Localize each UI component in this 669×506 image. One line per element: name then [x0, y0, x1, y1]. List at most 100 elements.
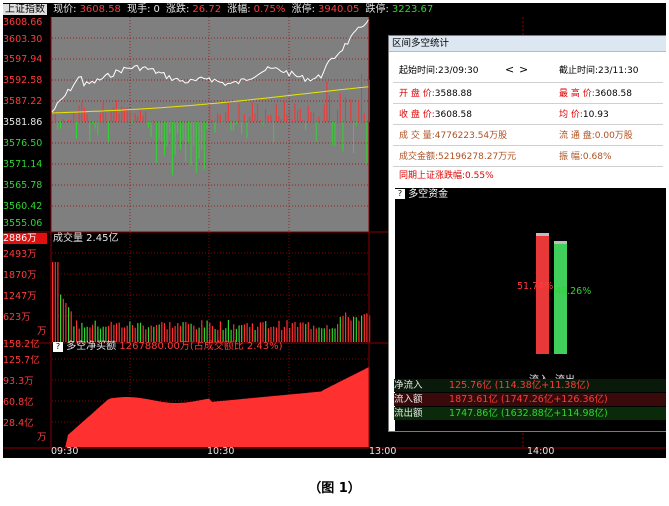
- volume-tick: 万: [37, 326, 47, 337]
- volume-tick: 2886万: [3, 233, 47, 244]
- volume-value: 0: [153, 4, 160, 15]
- net-axis: 158.2亿 125.7亿 93.3万 60.8亿 28.4亿 万: [3, 339, 51, 444]
- volume-bar: [187, 324, 190, 342]
- volume-bar: [137, 323, 139, 342]
- volume-bar: [193, 325, 195, 342]
- amp-label: 振 幅:: [559, 152, 583, 162]
- price-volume-bar: [139, 110, 141, 122]
- price-volume-bar: [289, 109, 291, 122]
- price-volume-bar: [171, 122, 173, 176]
- close-row: 收 盘 价:3608.58: [399, 109, 472, 121]
- volume-bar: [318, 327, 320, 342]
- price-volume-bar: [163, 122, 165, 156]
- volume-bar: [347, 317, 349, 342]
- volume-bar: [339, 316, 341, 342]
- volume-bar: [153, 326, 155, 342]
- price-volume-bar: [182, 122, 184, 141]
- prev-arrow-icon[interactable]: <: [505, 64, 514, 76]
- open-value: 3588.88: [434, 89, 472, 99]
- volume-bar: [211, 326, 213, 342]
- price-volume-bar: [294, 103, 296, 122]
- volume-bar: [366, 313, 368, 342]
- price-volume-bar: [345, 97, 346, 122]
- price-volume-bar: [241, 122, 243, 134]
- price-volume-bar: [230, 122, 232, 131]
- volume-bar: [84, 327, 86, 342]
- volume-bar: [113, 324, 115, 342]
- volume-bar: [267, 328, 269, 342]
- volume-bar: [142, 325, 144, 342]
- volume-bar: [134, 327, 136, 342]
- price-volume-bar: [313, 112, 315, 122]
- volume-tick: 1870万: [3, 270, 37, 281]
- price-volume-bar: [267, 115, 269, 122]
- outflow-pct: 48.26%: [555, 286, 592, 297]
- price-volume-bar: [329, 95, 330, 122]
- volume-bar: [321, 328, 323, 342]
- volume-bar: [161, 322, 163, 342]
- price-volume-bar: [307, 105, 309, 122]
- price-volume-bar: [243, 114, 245, 122]
- row-label: 流入额: [394, 394, 423, 405]
- price-volume-bar: [179, 122, 181, 150]
- volume-bar: [329, 329, 331, 342]
- price-volume-bar: [107, 122, 109, 142]
- volume-bar: [126, 325, 128, 342]
- price-volume-bar: [153, 119, 155, 122]
- price-volume-bar: [115, 100, 117, 122]
- price-volume-bar: [302, 120, 304, 122]
- price-value: 3608.58: [79, 4, 121, 15]
- volume-bar: [174, 326, 176, 342]
- price-volume-bar: [203, 122, 205, 170]
- volume-bar: [307, 322, 309, 342]
- price-volume-bar: [155, 122, 157, 163]
- price-volume-bar: [278, 115, 280, 122]
- volume-bar: [209, 322, 211, 342]
- price-volume-bar: [145, 111, 147, 122]
- price-volume-bar: [326, 81, 328, 122]
- volume-bar: [305, 324, 307, 342]
- price-volume-bar: [57, 122, 59, 130]
- price-volume-bar: [185, 122, 187, 162]
- net-value: 1267880.00万(占成交额比 2.43%): [119, 341, 283, 352]
- volume-title: 成交量 2.45亿: [53, 233, 119, 244]
- price-volume-bar: [105, 112, 107, 122]
- price-volume-bar: [339, 93, 341, 122]
- price-volume-bar: [187, 122, 189, 143]
- price-volume-bar: [219, 114, 221, 122]
- next-arrow-icon[interactable]: >: [519, 64, 528, 76]
- help-icon[interactable]: ?: [53, 342, 63, 352]
- price-volume-bar: [201, 122, 203, 150]
- volume-bar: [185, 322, 187, 342]
- volume-bar: [302, 322, 304, 342]
- volume-bar: [278, 320, 280, 342]
- volume-bar: [102, 326, 104, 342]
- price-volume-bar: [222, 122, 224, 124]
- volume-tick: 623万: [3, 312, 31, 323]
- price-tick: 3597.94: [3, 54, 43, 65]
- price-volume-bar: [121, 106, 123, 122]
- volume-label: 现手:: [127, 4, 151, 15]
- volume-bar: [171, 327, 174, 342]
- price-tick: 3603.30: [3, 34, 43, 45]
- price-volume-bar: [286, 114, 288, 122]
- price-volume-bar: [190, 122, 192, 166]
- volume-bar: [89, 327, 91, 342]
- volume-bar: [270, 327, 272, 342]
- divider: [393, 145, 663, 146]
- price-volume-bar: [92, 122, 93, 124]
- change-value: 26.72: [192, 4, 222, 15]
- volume-bar: [291, 323, 293, 342]
- volume-bar: [275, 327, 277, 342]
- price-volume-bar: [225, 112, 227, 122]
- high-row: 最 高 价:3608.58: [559, 88, 632, 100]
- divider: [393, 124, 663, 125]
- volume-bar: [355, 317, 357, 342]
- row-label: 净流入: [394, 380, 423, 391]
- popup-title[interactable]: 区间多空统计: [389, 36, 666, 52]
- price-volume-bar: [259, 120, 261, 122]
- volume-bar: [265, 321, 267, 342]
- index-name[interactable]: 上证指数: [3, 4, 47, 15]
- row-value: 1873.61亿 (1747.26亿+126.36亿): [449, 394, 608, 405]
- net-inflow-row: 净流入 125.76亿 (114.38亿+11.38亿): [394, 379, 666, 392]
